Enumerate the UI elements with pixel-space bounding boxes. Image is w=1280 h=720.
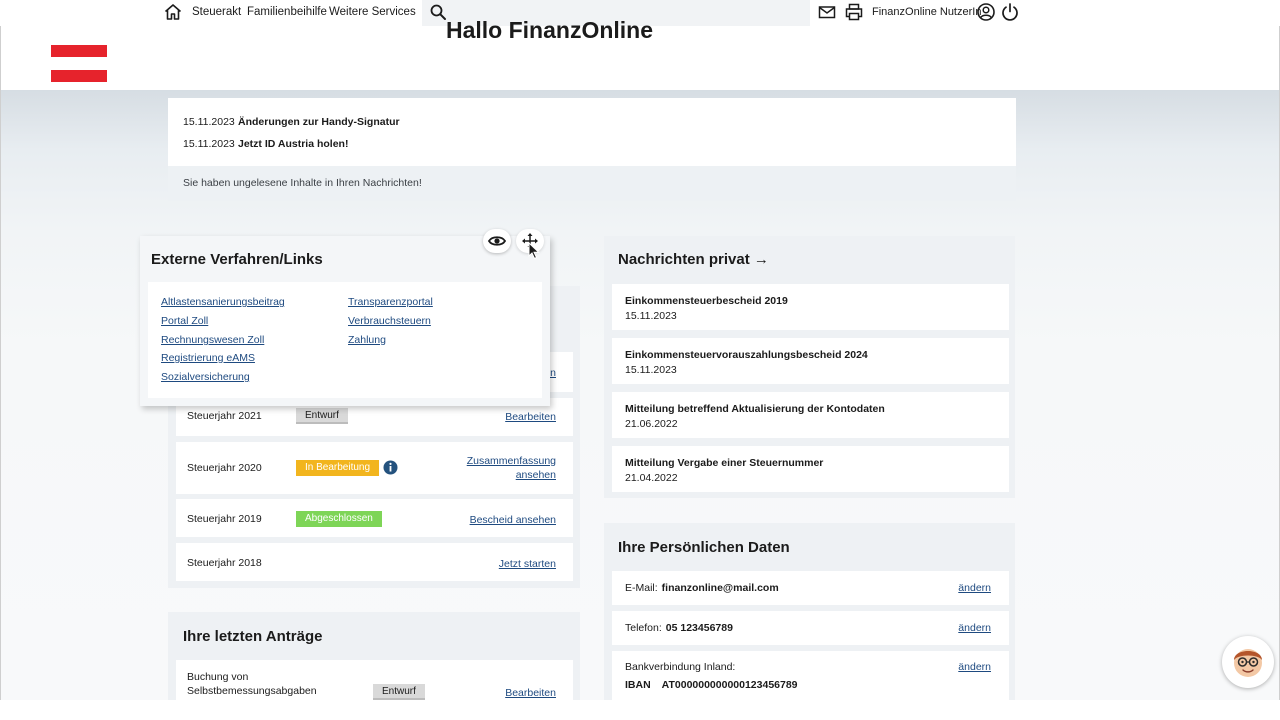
page-title: Hallo FinanzOnline NutzerIn! <box>446 20 746 42</box>
user-icon[interactable] <box>976 2 996 22</box>
panel-title: Ihre letzten Anträge <box>183 628 323 645</box>
nav-steuerakt[interactable]: Steuerakt <box>192 6 241 18</box>
message-title: Mitteilung betreffend Aktualisierung der… <box>625 403 885 415</box>
news-date: 15.11.2023 <box>183 138 235 150</box>
list-item[interactable]: Einkommensteuervorauszahlungsbescheid 20… <box>612 338 1009 384</box>
application-label-line1: Buchung von <box>187 671 249 683</box>
edit-link[interactable]: Bearbeiten <box>505 686 556 700</box>
edit-link[interactable]: Bearbeiten <box>505 410 556 424</box>
ext-link-rechnungswesen-zoll[interactable]: Rechnungswesen Zoll <box>161 334 264 346</box>
message-title: Einkommensteuervorauszahlungsbescheid 20… <box>625 349 868 361</box>
tax-year-label: Steuerjahr 2020 <box>187 462 262 474</box>
iban-line: IBAN AT000000000000123456789 <box>625 679 798 691</box>
table-row: Steuerjahr 2020 In Bearbeitung Zusammenf… <box>176 442 573 494</box>
news-box: 15.11.2023 Änderungen zur Handy-Signatur … <box>168 98 1016 201</box>
panel-title-text: Nachrichten privat <box>618 251 750 268</box>
message-date: 15.11.2023 <box>625 310 677 322</box>
message-date: 21.04.2022 <box>625 472 678 484</box>
phone-label-text: Telefon: <box>625 622 662 634</box>
private-messages-panel: Nachrichten privat → Einkommensteuerbesc… <box>604 236 1015 498</box>
bottom-edge <box>0 700 1280 720</box>
table-row: Steuerjahr 2019 Abgeschlossen Bescheid a… <box>176 499 573 537</box>
list-item[interactable]: Mitteilung Vergabe einer Steuernummer 21… <box>612 446 1009 492</box>
news-date: 15.11.2023 <box>183 116 235 128</box>
application-label-line2: Selbstbemessungsabgaben <box>187 685 317 697</box>
table-row: Buchung von Selbstbemessungsabgaben Entwu… <box>176 660 573 700</box>
news-title: Änderungen zur Handy-Signatur <box>238 116 400 128</box>
ext-link-verbrauchsteuern[interactable]: Verbrauchsteuern <box>348 315 431 327</box>
page-title-text: Hallo FinanzOnline NutzerIn! <box>446 20 654 42</box>
list-item[interactable]: Einkommensteuerbescheid 2019 15.11.2023 <box>612 284 1009 330</box>
search-icon[interactable] <box>429 3 447 21</box>
info-icon[interactable] <box>383 460 398 475</box>
ext-link-registrierung-eams[interactable]: Registrierung eAMS <box>161 352 255 364</box>
eye-icon <box>487 236 507 246</box>
printer-icon[interactable] <box>844 2 864 22</box>
message-date: 15.11.2023 <box>625 364 677 376</box>
external-links-list: Altlastensanierungsbeitrag Portal Zoll R… <box>148 282 542 398</box>
bank-row: Bankverbindung Inland: IBAN AT00000000000… <box>612 651 1009 700</box>
tax-year-label: Steuerjahr 2018 <box>187 557 262 569</box>
widget-title: Externe Verfahren/Links <box>151 251 323 268</box>
message-title: Mitteilung Vergabe einer Steuernummer <box>625 457 824 469</box>
ext-link-altlastensanierungsbeitrag[interactable]: Altlastensanierungsbeitrag <box>161 296 285 308</box>
power-icon[interactable] <box>1000 2 1020 22</box>
change-email-link[interactable]: ändern <box>958 582 991 594</box>
status-badge: In Bearbeitung <box>296 460 380 476</box>
summary-link-line1: Zusammenfassung <box>466 455 556 467</box>
austria-logo[interactable] <box>51 45 107 83</box>
message-date: 21.06.2022 <box>625 418 678 430</box>
tax-year-label: Steuerjahr 2019 <box>187 513 262 525</box>
application-label: Buchung von Selbstbemessungsabgaben <box>187 670 327 698</box>
list-item[interactable]: Mitteilung betreffend Aktualisierung der… <box>612 392 1009 438</box>
home-icon[interactable] <box>163 2 183 22</box>
summary-link[interactable]: Zusammenfassung ansehen <box>467 454 556 482</box>
ext-link-portal-zoll[interactable]: Portal Zoll <box>161 315 208 327</box>
cursor-icon <box>528 242 540 260</box>
bank-label: Bankverbindung Inland: <box>625 661 736 673</box>
news-item[interactable]: 15.11.2023 Änderungen zur Handy-Signatur <box>183 116 400 128</box>
ext-link-zahlung[interactable]: Zahlung <box>348 334 386 346</box>
start-now-link[interactable]: Jetzt starten <box>499 557 556 571</box>
email-label-text: E-Mail: <box>625 582 658 594</box>
arrow-right-icon: → <box>753 251 769 268</box>
external-links-widget[interactable]: Externe Verfahren/Links Altlastensanieru… <box>140 236 550 406</box>
logo-stripe-bottom <box>51 70 107 82</box>
nav-familienbeihilfe[interactable]: Familienbeihilfe <box>247 6 327 18</box>
news-item[interactable]: 15.11.2023 Jetzt ID Austria holen! <box>183 138 348 150</box>
phone-row: Telefon: 05 123456789 ändern <box>612 611 1009 645</box>
user-name-label[interactable]: FinanzOnline NutzerIn <box>872 6 981 18</box>
personal-data-panel: Ihre Persönlichen Daten E-Mail: finanzonl… <box>604 523 1015 700</box>
email-label: E-Mail: finanzonline@mail.com <box>625 582 779 594</box>
news-title: Jetzt ID Austria holen! <box>238 138 349 150</box>
mail-icon[interactable] <box>817 2 837 22</box>
table-row: Steuerjahr 2018 Jetzt starten <box>176 543 573 581</box>
nav-weitere-services[interactable]: Weitere Services <box>329 6 416 18</box>
panel-title-link[interactable]: Nachrichten privat → <box>618 251 769 268</box>
last-applications-panel: Ihre letzten Anträge Buchung von Selbstbe… <box>168 612 580 700</box>
assistant-avatar-button[interactable] <box>1222 636 1274 688</box>
iban-label: IBAN <box>625 679 651 691</box>
status-badge: Entwurf <box>296 408 348 424</box>
iban-value: AT000000000000123456789 <box>661 679 798 691</box>
visibility-toggle-button[interactable] <box>483 229 511 253</box>
change-bank-link[interactable]: ändern <box>958 661 991 673</box>
ext-link-transparenzportal[interactable]: Transparenzportal <box>348 296 433 308</box>
email-value: finanzonline@mail.com <box>661 582 779 594</box>
logo-stripe-top <box>51 45 107 57</box>
message-title: Einkommensteuerbescheid 2019 <box>625 295 788 307</box>
phone-label: Telefon: 05 123456789 <box>625 622 733 634</box>
status-badge: Abgeschlossen <box>296 511 382 527</box>
view-notice-link[interactable]: Bescheid ansehen <box>470 513 556 527</box>
change-phone-link[interactable]: ändern <box>958 622 991 634</box>
assistant-avatar-icon <box>1234 649 1262 677</box>
unread-messages-notice: Sie haben ungelesene Inhalte in Ihren Na… <box>168 166 1016 201</box>
status-badge: Entwurf <box>373 684 425 700</box>
tax-year-label: Steuerjahr 2021 <box>187 410 262 422</box>
summary-link-line2: ansehen <box>515 469 556 481</box>
phone-value: 05 123456789 <box>665 622 733 634</box>
email-row: E-Mail: finanzonline@mail.com ändern <box>612 571 1009 605</box>
panel-title: Ihre Persönlichen Daten <box>618 539 790 556</box>
ext-link-sozialversicherung[interactable]: Sozialversicherung <box>161 371 250 383</box>
